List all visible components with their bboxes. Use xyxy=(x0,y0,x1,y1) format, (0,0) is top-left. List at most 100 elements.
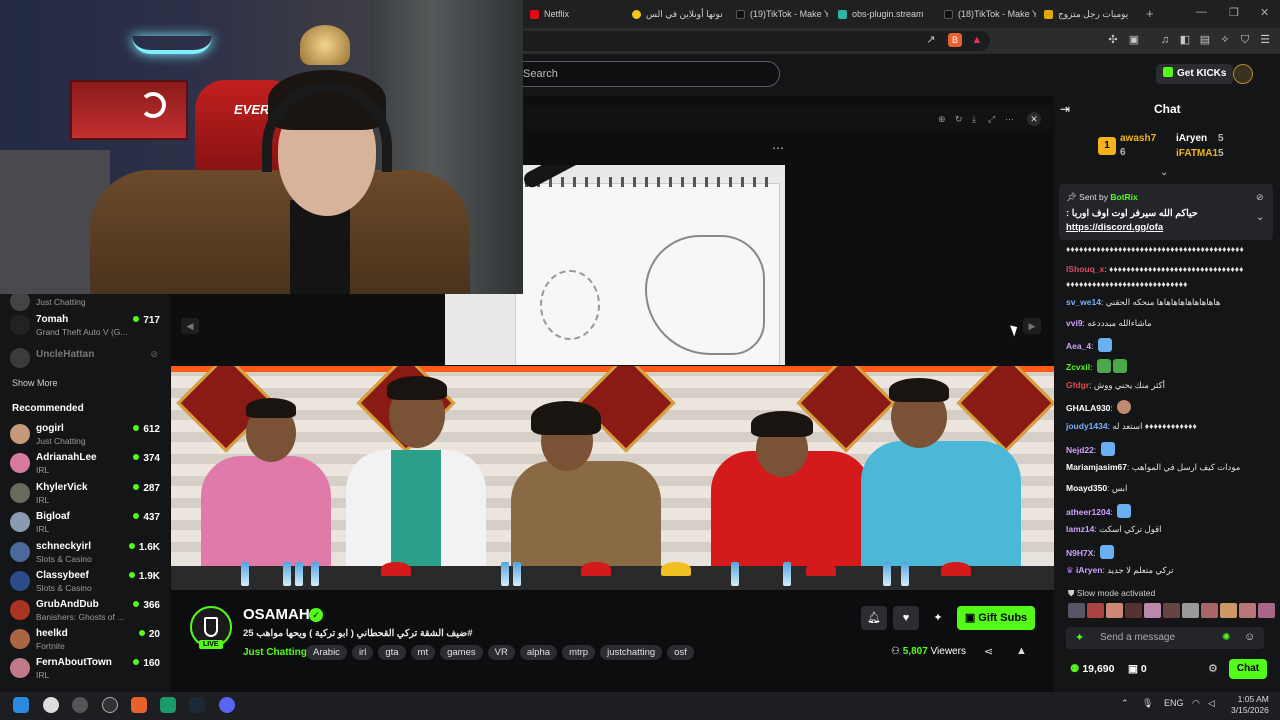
leaderboard-name[interactable]: iAryen xyxy=(1176,133,1207,144)
get-kicks-button[interactable]: Get KICKs xyxy=(1156,64,1234,84)
language-indicator[interactable]: ENG xyxy=(1164,698,1184,708)
avatar[interactable] xyxy=(1182,603,1199,618)
kick-emote-icon[interactable]: ✺ xyxy=(1222,632,1230,643)
category-link[interactable]: Just Chatting xyxy=(243,647,307,658)
steam-icon[interactable] xyxy=(189,697,205,713)
pinned-link[interactable]: https://discord.gg/ofa xyxy=(1066,222,1163,233)
video-player[interactable] xyxy=(171,366,1054,590)
volume-icon[interactable]: ◁ xyxy=(1208,698,1215,709)
search-input[interactable]: Search xyxy=(510,61,780,87)
sidebar-followed-item[interactable]: 7omah Grand Theft Auto V (G... 717 xyxy=(10,313,160,341)
sidebar-item-bigloaf[interactable]: Bigloaf IRL 437 xyxy=(10,510,160,538)
tab-tiktok-2[interactable]: (18)TikTok - Make Y xyxy=(944,4,1036,24)
expand-leaderboard-icon[interactable]: ⌄ xyxy=(1160,167,1168,178)
unpin-icon[interactable]: ⊘ xyxy=(1256,192,1264,203)
wifi-icon[interactable]: ◠ xyxy=(1192,698,1200,709)
tag[interactable]: alpha xyxy=(519,645,558,660)
zoom-icon[interactable]: ⊕ xyxy=(938,114,946,125)
tag[interactable]: mt xyxy=(410,645,436,660)
user-avatar[interactable] xyxy=(1233,64,1253,84)
brave-shield-icon[interactable]: B xyxy=(948,33,962,47)
tag[interactable]: Arabic xyxy=(306,645,347,660)
tag[interactable]: games xyxy=(440,645,483,660)
ai-icon[interactable]: ✧ xyxy=(1218,33,1232,47)
menu-icon[interactable]: ☰ xyxy=(1258,33,1272,47)
vpn-icon[interactable]: ⛉ xyxy=(1238,33,1252,47)
microphone-icon[interactable]: 🎙︎ xyxy=(1142,698,1153,709)
follow-heart-button[interactable]: ♥ xyxy=(893,606,919,630)
avatar[interactable] xyxy=(1220,603,1237,618)
settings-icon[interactable] xyxy=(43,697,59,713)
chevron-up-icon[interactable]: ⌃ xyxy=(1121,698,1129,709)
send-message-placeholder[interactable]: Send a message xyxy=(1100,632,1175,643)
extensions-icon[interactable]: ✣ xyxy=(1106,33,1120,47)
tab-netflix[interactable]: Netflix xyxy=(530,4,622,24)
wallet-icon[interactable]: ▤ xyxy=(1198,33,1212,47)
sidebar-item-khylervick[interactable]: KhylerVick IRL 287 xyxy=(10,481,160,509)
tag[interactable]: osf xyxy=(667,645,694,660)
sidebar-item-adrianahlee[interactable]: AdrianahLee IRL 374 xyxy=(10,451,160,479)
share-icon[interactable]: ⋖ xyxy=(984,645,993,658)
avatar[interactable] xyxy=(1239,603,1256,618)
show-more-link[interactable]: Show More xyxy=(12,378,58,388)
share-page-icon[interactable]: ↗ xyxy=(924,33,938,47)
notification-bell-button[interactable]: 🔔︎ xyxy=(861,606,887,630)
brave-taskbar-icon[interactable] xyxy=(131,697,147,713)
sidebar-item-classybeef[interactable]: Classybeef Slots & Casino 1.9K xyxy=(10,569,160,597)
report-icon[interactable]: ▲ xyxy=(1016,645,1027,657)
gift-subs-button[interactable]: ▣ Gift Subs xyxy=(957,606,1035,630)
close-window-icon[interactable]: ✕ xyxy=(1260,6,1269,19)
new-tab-button[interactable]: + xyxy=(1146,6,1154,21)
rotate-icon[interactable]: ↻ xyxy=(955,114,963,125)
sidebar-item-fernabouttown[interactable]: FernAboutTown IRL 160 xyxy=(10,656,160,684)
tab-married-man[interactable]: يوميات رجل متزوج xyxy=(1044,4,1136,24)
screenshot-icon[interactable]: ▣ xyxy=(1127,33,1141,47)
sidebar-item-heelkd[interactable]: heelkd Fortnite 20 xyxy=(10,627,160,655)
minimize-icon[interactable]: — xyxy=(1196,6,1207,18)
avatar[interactable] xyxy=(1087,603,1104,618)
tab-obs-plugin[interactable]: obs-plugin.stream xyxy=(838,4,934,24)
emoji-icon[interactable]: ☺ xyxy=(1244,631,1255,643)
discord-icon[interactable] xyxy=(219,697,235,713)
post-menu-icon[interactable]: ⋯ xyxy=(772,141,784,155)
gifts-count[interactable]: ▣ 0 xyxy=(1128,663,1147,675)
windows-start-icon[interactable] xyxy=(13,697,29,713)
sidebar-item-schneckyirl[interactable]: schneckyirl Slots & Casino 1.6K xyxy=(10,540,160,568)
maximize-icon[interactable]: ❐ xyxy=(1229,6,1239,19)
sparkle-icon[interactable]: ✦ xyxy=(1075,631,1084,644)
avatar[interactable] xyxy=(1125,603,1142,618)
tag[interactable]: irl xyxy=(351,645,374,660)
chat-settings-icon[interactable]: ⚙ xyxy=(1208,662,1218,675)
system-clock[interactable]: 1:05 AM 3/15/2026 xyxy=(1231,694,1269,716)
leaderboard-name[interactable]: awash7 xyxy=(1120,133,1156,144)
carousel-next-icon[interactable]: ▶ xyxy=(1023,318,1041,334)
avatar[interactable] xyxy=(1201,603,1218,618)
channel-name[interactable]: OSAMAH xyxy=(243,606,310,623)
expand-icon[interactable]: ⤢ xyxy=(988,114,995,125)
app-icon[interactable] xyxy=(160,697,176,713)
leaderboard-name[interactable]: iFATMA1 xyxy=(1176,148,1218,159)
chevron-down-icon[interactable]: ⌄ xyxy=(1256,212,1264,223)
media-icon[interactable]: ♫ xyxy=(1158,33,1172,47)
avatar[interactable] xyxy=(1163,603,1180,618)
tag[interactable]: mtrp xyxy=(562,645,596,660)
tag[interactable]: VR xyxy=(487,645,515,660)
tab-tiktok-1[interactable]: (19)TikTok - Make Y xyxy=(736,4,828,24)
sidebar-toggle-icon[interactable]: ◧ xyxy=(1178,33,1192,47)
clip-button[interactable]: ✦ xyxy=(925,606,951,630)
rewards-icon[interactable]: ▲ xyxy=(970,33,984,47)
avatar[interactable] xyxy=(1144,603,1161,618)
more-options-icon[interactable]: ⋯ xyxy=(1005,114,1014,125)
carousel-prev-icon[interactable]: ◀ xyxy=(181,318,199,334)
tag[interactable]: gta xyxy=(378,645,406,660)
collapse-chat-icon[interactable]: ⇥ xyxy=(1060,102,1070,116)
avatar[interactable] xyxy=(1258,603,1275,618)
kicks-balance[interactable]: ⚉ 19,690 xyxy=(1070,663,1114,675)
download-icon[interactable]: ⤓ xyxy=(972,114,976,125)
close-icon[interactable]: ✕ xyxy=(1027,112,1041,126)
obs-taskbar-icon[interactable] xyxy=(72,697,88,713)
tab-series[interactable]: نونها أونلاين في الس xyxy=(632,4,728,24)
sidebar-item-gogirl[interactable]: gogirl Just Chatting 612 xyxy=(10,422,160,450)
avatar[interactable] xyxy=(1068,603,1085,618)
sidebar-item-grubanddub[interactable]: GrubAndDub Banishers: Ghosts of ... 366 xyxy=(10,598,160,626)
